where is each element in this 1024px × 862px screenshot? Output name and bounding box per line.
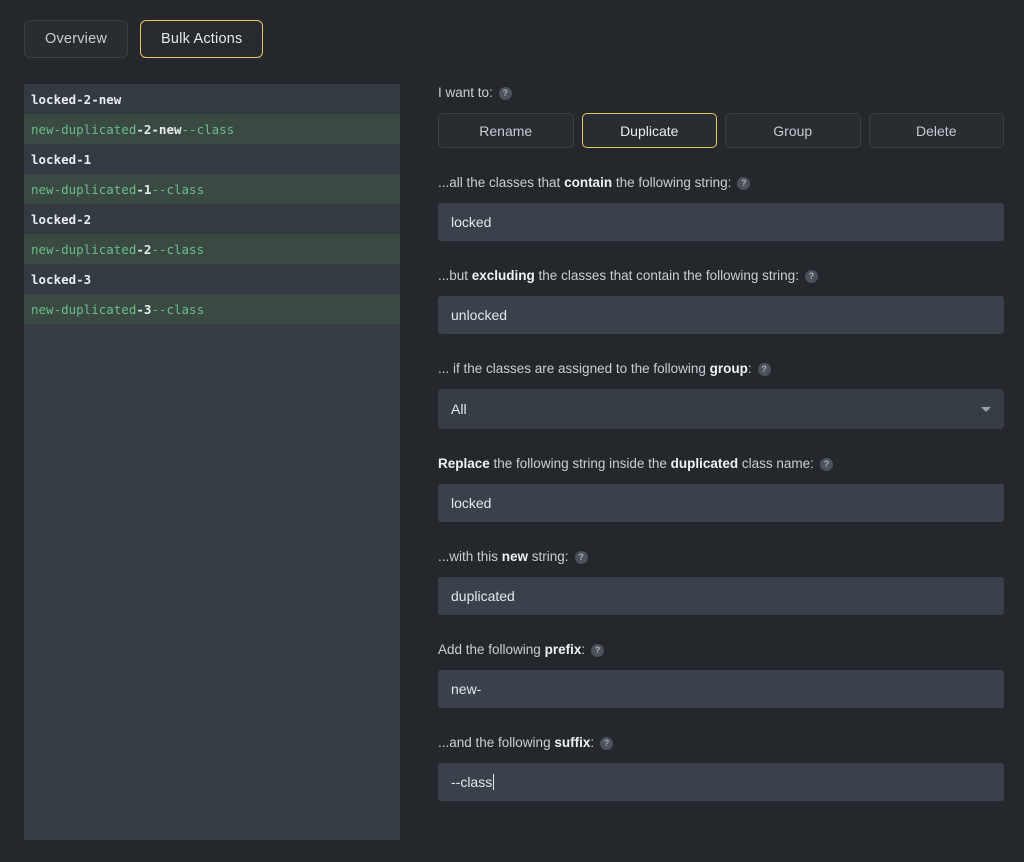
group-select[interactable]: All	[438, 389, 1004, 429]
list-item[interactable]: locked-1	[24, 144, 400, 174]
bulk-actions-form: I want to: ? Rename Duplicate Group Dele…	[438, 84, 1004, 801]
class-core: -2	[136, 241, 152, 257]
class-list-panel: locked-2-new new-duplicated -2-new --class…	[24, 84, 400, 840]
class-suffix: --class	[151, 301, 205, 317]
list-item[interactable]: new-duplicated -3 --class	[24, 294, 400, 324]
exclude-label: ...but excluding the classes that contai…	[438, 267, 1004, 285]
prefix-field-block: Add the following prefix: ? new-	[438, 641, 1004, 708]
list-item[interactable]: new-duplicated -2 --class	[24, 234, 400, 264]
delete-button[interactable]: Delete	[868, 113, 1004, 148]
list-item[interactable]: locked-3	[24, 264, 400, 294]
class-core: -1	[136, 181, 152, 197]
list-item[interactable]: new-duplicated -1 --class	[24, 174, 400, 204]
tab-bulk-actions-label: Bulk Actions	[161, 31, 243, 47]
rename-button[interactable]: Rename	[438, 113, 574, 148]
group-field-block: ... if the classes are assigned to the f…	[438, 360, 1004, 429]
class-core: locked-1	[31, 151, 92, 167]
contain-input-value: locked	[451, 214, 492, 230]
tab-bulk-actions[interactable]: Bulk Actions	[140, 20, 264, 58]
suffix-label-text: ...and the following suffix:	[438, 735, 595, 750]
replace-label: Replace the following string inside the …	[438, 455, 1004, 473]
duplicate-button-label: Duplicate	[620, 122, 679, 139]
contain-label: ...all the classes that contain the foll…	[438, 174, 1004, 192]
new-string-input[interactable]: duplicated	[438, 577, 1004, 615]
text-caret	[493, 774, 495, 790]
class-prefix: new-duplicated	[31, 121, 137, 137]
exclude-label-text: ...but excluding the classes that contai…	[438, 268, 799, 283]
prefix-label-text: Add the following prefix:	[438, 642, 586, 657]
intent-label-text: I want to:	[438, 85, 493, 100]
action-button-group: Rename Duplicate Group Delete	[438, 113, 1004, 148]
prefix-input[interactable]: new-	[438, 670, 1004, 708]
intent-label: I want to: ?	[438, 84, 1004, 102]
replace-label-text: Replace the following string inside the …	[438, 456, 814, 471]
duplicate-button[interactable]: Duplicate	[581, 113, 717, 148]
class-prefix: new-duplicated	[31, 301, 137, 317]
list-item[interactable]: locked-2-new	[24, 84, 400, 114]
group-select-value: All	[451, 401, 467, 417]
help-icon[interactable]: ?	[804, 269, 818, 283]
list-item[interactable]: new-duplicated -2-new --class	[24, 114, 400, 144]
suffix-field-block: ...and the following suffix: ? --class	[438, 734, 1004, 801]
class-suffix: --class	[151, 181, 205, 197]
group-label: ... if the classes are assigned to the f…	[438, 360, 1004, 378]
chevron-down-icon	[981, 406, 991, 412]
help-icon[interactable]: ?	[737, 176, 751, 190]
new-string-label: ...with this new string: ?	[438, 548, 1004, 566]
suffix-input[interactable]: --class	[438, 763, 1004, 801]
help-icon[interactable]: ?	[498, 86, 512, 100]
contain-field-block: ...all the classes that contain the foll…	[438, 174, 1004, 241]
class-core: locked-2	[31, 211, 92, 227]
group-button[interactable]: Group	[725, 113, 861, 148]
class-core: locked-2-new	[31, 91, 122, 107]
tab-overview-label: Overview	[45, 31, 108, 47]
help-icon[interactable]: ?	[819, 457, 833, 471]
contain-label-text: ...all the classes that contain the foll…	[438, 175, 732, 190]
delete-button-label: Delete	[916, 122, 957, 139]
class-suffix: --class	[181, 121, 235, 137]
new-string-input-value: duplicated	[451, 588, 515, 604]
prefix-input-value: new-	[451, 681, 482, 697]
new-string-label-text: ...with this new string:	[438, 549, 569, 564]
class-prefix: new-duplicated	[31, 241, 137, 257]
contain-input[interactable]: locked	[438, 203, 1004, 241]
prefix-label: Add the following prefix: ?	[438, 641, 1004, 659]
group-label-text: ... if the classes are assigned to the f…	[438, 361, 752, 376]
replace-field-block: Replace the following string inside the …	[438, 455, 1004, 522]
class-list: locked-2-new new-duplicated -2-new --class…	[24, 84, 400, 324]
class-core: -3	[136, 301, 152, 317]
class-core: -2-new	[136, 121, 182, 137]
group-button-label: Group	[773, 122, 813, 139]
help-icon[interactable]: ?	[574, 550, 588, 564]
help-icon[interactable]: ?	[757, 362, 771, 376]
class-suffix: --class	[151, 241, 205, 257]
list-item[interactable]: locked-2	[24, 204, 400, 234]
help-icon[interactable]: ?	[600, 736, 614, 750]
exclude-field-block: ...but excluding the classes that contai…	[438, 267, 1004, 334]
suffix-label: ...and the following suffix: ?	[438, 734, 1004, 752]
suffix-input-value: --class	[451, 774, 493, 790]
exclude-input-value: unlocked	[451, 307, 508, 323]
class-core: locked-3	[31, 271, 92, 287]
rename-button-label: Rename	[479, 122, 533, 139]
tab-overview[interactable]: Overview	[24, 20, 129, 58]
class-prefix: new-duplicated	[31, 181, 137, 197]
tab-bar: Overview Bulk Actions	[24, 20, 264, 58]
replace-input-value: locked	[451, 495, 492, 511]
new-string-field-block: ...with this new string: ? duplicated	[438, 548, 1004, 615]
exclude-input[interactable]: unlocked	[438, 296, 1004, 334]
help-icon[interactable]: ?	[591, 643, 605, 657]
replace-input[interactable]: locked	[438, 484, 1004, 522]
